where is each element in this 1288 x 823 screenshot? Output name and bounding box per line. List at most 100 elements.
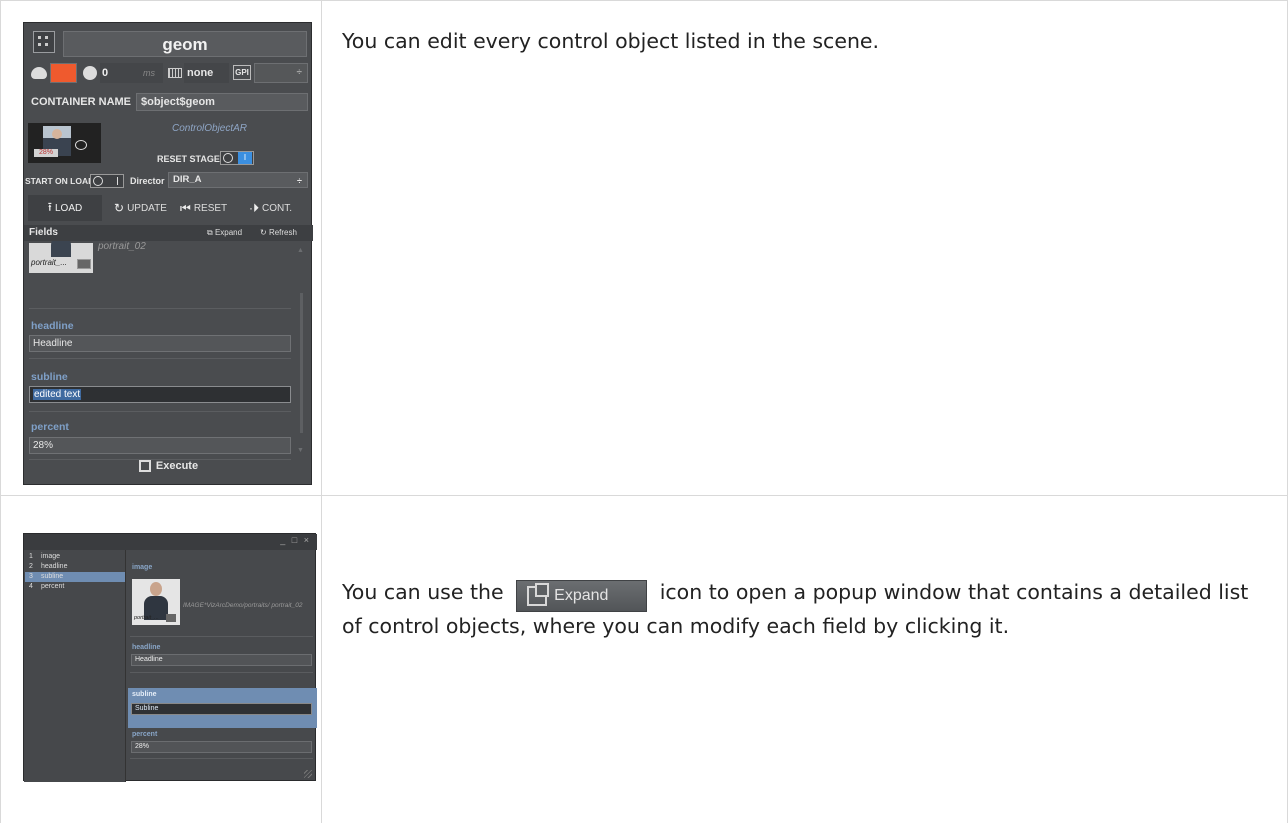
execute-label: Execute bbox=[155, 460, 199, 472]
table-cell-description: You can edit every control object listed… bbox=[321, 0, 1288, 496]
expand-button[interactable]: ⧉ Expand bbox=[207, 226, 242, 240]
action-toolbar: ⭱ LOAD ↻ UPDATE ⏮ RESET ·⏵ CONT. bbox=[24, 195, 313, 223]
expand-button-image: Expand bbox=[516, 580, 648, 612]
color-swatch[interactable] bbox=[50, 63, 77, 83]
continue-icon: ·⏵ bbox=[249, 200, 259, 215]
container-name-label: CONTAINER NAME bbox=[31, 96, 132, 108]
execute-button[interactable]: Execute bbox=[24, 451, 313, 481]
window-controls[interactable]: _ □ × bbox=[280, 535, 311, 545]
clock-icon bbox=[83, 66, 97, 80]
headline-input[interactable]: Headline bbox=[29, 335, 291, 352]
reset-stage-toggle[interactable]: I bbox=[220, 151, 254, 165]
load-label: LOAD bbox=[54, 202, 83, 214]
expand-icon bbox=[527, 583, 550, 606]
control-object-panel: geom 0 ms none GPI ÷ CONTAINER NAME $obj… bbox=[23, 22, 313, 485]
percent-input[interactable]: 28% bbox=[131, 741, 312, 753]
list-item[interactable]: 4 percent bbox=[25, 582, 125, 592]
subline-input[interactable]: Subline bbox=[131, 703, 312, 715]
headline-input[interactable]: Headline bbox=[131, 654, 312, 666]
execute-icon bbox=[138, 460, 151, 472]
continue-button[interactable]: ·⏵ CONT. bbox=[249, 195, 292, 221]
upload-icon: ⭱ bbox=[47, 199, 52, 214]
layer-field[interactable]: none bbox=[184, 63, 229, 83]
fields-scrollbar[interactable]: ▲ ▼ bbox=[296, 247, 306, 463]
continue-label: CONT. bbox=[262, 202, 292, 214]
divider bbox=[130, 636, 313, 637]
layer-icon bbox=[168, 68, 182, 78]
stack-icon bbox=[75, 140, 87, 150]
director-select[interactable]: DIR_A ÷ bbox=[168, 172, 308, 188]
geometry-icon[interactable] bbox=[33, 31, 55, 53]
resize-grip-icon[interactable] bbox=[304, 770, 312, 778]
fields-list: portrait_... portrait_02 headline Headli… bbox=[24, 241, 313, 441]
expand-icon: ⧉ bbox=[207, 228, 215, 237]
table-cell-description: You can use the Expand icon to open a po… bbox=[321, 495, 1288, 823]
refresh-icon: ↻ bbox=[260, 228, 269, 237]
image-field-value: portrait_02 bbox=[98, 241, 146, 252]
percent-label: percent bbox=[132, 731, 158, 738]
folder-icon[interactable] bbox=[77, 259, 91, 269]
select-arrows-icon: ÷ bbox=[297, 176, 302, 186]
image-field-thumbnail[interactable]: portrait_... bbox=[29, 241, 93, 273]
refresh-button[interactable]: ↻ Refresh bbox=[260, 226, 297, 240]
toggle-off-icon bbox=[93, 176, 103, 186]
load-button[interactable]: ⭱ LOAD bbox=[28, 195, 102, 221]
toggle-on-indicator: I bbox=[238, 152, 252, 164]
toggle-off-icon bbox=[223, 153, 233, 163]
subline-label: subline bbox=[132, 691, 157, 698]
rewind-icon: ⏮ bbox=[180, 200, 191, 215]
subline-input[interactable]: edited text bbox=[29, 386, 291, 403]
expand-label: Expand bbox=[214, 228, 243, 237]
delay-unit-label: ms bbox=[143, 68, 155, 78]
update-button[interactable]: ↻ UPDATE bbox=[114, 195, 167, 221]
update-label: UPDATE bbox=[127, 202, 167, 214]
subline-label: subline bbox=[31, 371, 68, 383]
list-item[interactable]: 1 image bbox=[25, 552, 125, 562]
expand-popup-window: _ □ × 1 image 2 headline 3 subline 4 percent… bbox=[23, 533, 317, 782]
gpi-select[interactable]: ÷ bbox=[254, 63, 308, 83]
scroll-thumb[interactable] bbox=[300, 293, 303, 433]
divider bbox=[29, 411, 291, 412]
start-on-load-label: START ON LOAD bbox=[25, 176, 95, 186]
start-on-load-toggle[interactable] bbox=[90, 174, 124, 188]
percent-label: percent bbox=[31, 421, 69, 433]
divider bbox=[29, 358, 291, 359]
list-item[interactable]: 2 headline bbox=[25, 562, 125, 572]
description-text: You can edit every control object listed… bbox=[342, 29, 880, 53]
image-label: image bbox=[132, 564, 153, 571]
headline-label: headline bbox=[31, 320, 74, 332]
description-text-start: You can use the bbox=[342, 580, 504, 604]
list-item-selected[interactable]: 3 subline bbox=[25, 572, 125, 582]
object-title-field[interactable]: geom bbox=[63, 31, 307, 57]
field-list-sidebar: 1 image 2 headline 3 subline 4 percent bbox=[24, 550, 126, 782]
divider bbox=[130, 758, 313, 759]
refresh-icon: ↻ bbox=[114, 201, 125, 215]
director-label: Director bbox=[130, 176, 165, 186]
control-object-type: ControlObjectAR bbox=[172, 123, 248, 134]
thumbnail-name: portrait_... bbox=[31, 258, 68, 267]
description-text: You can use the Expand icon to open a po… bbox=[342, 578, 1272, 640]
folder-icon[interactable] bbox=[166, 614, 176, 622]
divider bbox=[29, 308, 291, 309]
select-arrows-icon: ÷ bbox=[296, 67, 303, 78]
container-name-field[interactable]: $object$geom bbox=[136, 93, 308, 111]
reset-label: RESET bbox=[193, 202, 228, 214]
expand-button-label: Expand bbox=[554, 587, 609, 604]
portrait-head bbox=[150, 582, 162, 596]
fields-title: Fields bbox=[29, 227, 58, 238]
image-path: IMAGE*VizArcDemo/portraits/ portrait_02 bbox=[183, 602, 303, 609]
toggle-on-mark bbox=[117, 177, 118, 185]
reset-button[interactable]: ⏮ RESET bbox=[180, 195, 227, 221]
refresh-label: Refresh bbox=[268, 228, 297, 237]
palette-icon bbox=[31, 67, 47, 79]
image-field-thumbnail[interactable]: portrait_... bbox=[132, 579, 180, 625]
headline-label: headline bbox=[132, 644, 161, 651]
reset-stage-label: RESET STAGE bbox=[157, 154, 220, 164]
thumbnail-name: portrait_... bbox=[134, 615, 159, 621]
subline-selected-text: edited text bbox=[33, 389, 82, 400]
gpi-icon: GPI bbox=[233, 65, 251, 80]
field-detail-area: image portrait_... IMAGE*VizArcDemo/port… bbox=[128, 550, 317, 782]
scroll-up-icon[interactable]: ▲ bbox=[297, 247, 304, 254]
portrait-image bbox=[51, 241, 71, 257]
director-value: DIR_A bbox=[173, 174, 202, 185]
